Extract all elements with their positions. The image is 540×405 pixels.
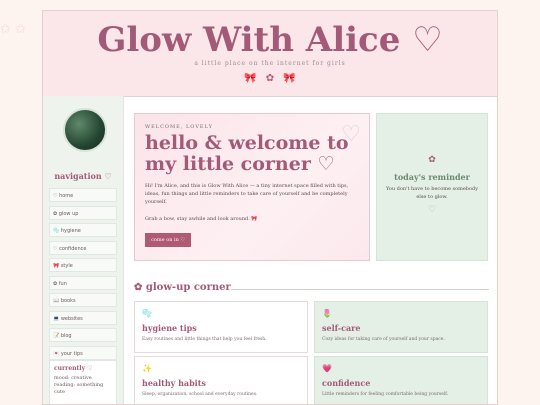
site-title[interactable]: Glow With Alice ♡ [43, 21, 497, 59]
card-title: healthy habits [142, 378, 206, 388]
nav-heading: navigation ♡ [54, 171, 112, 181]
card-description: Sleep, organization, school and everyday… [142, 392, 258, 397]
main-content: ♡ WELCOME, LOVELY hello & welcome to my … [123, 96, 497, 404]
reminder-card: ✿ today's reminder You don't have to bec… [376, 113, 488, 261]
bubbles-icon: 🫧 [142, 309, 152, 318]
sidebar-item-hygiene[interactable]: 🫧 hygiene [49, 223, 117, 237]
sidebar-item-style[interactable]: 🎀 style [49, 258, 117, 272]
site-header: Glow With Alice ♡ a little place on the … [43, 11, 497, 97]
sidebar-item-blog[interactable]: 📝 blog [49, 328, 117, 342]
currently-box: currently ♡ mood: creative reading: some… [49, 360, 117, 404]
card-self-care[interactable]: 🌷 self-care Cozy ideas for taking care o… [314, 301, 488, 353]
sidebar-item-your-tips[interactable]: 💌 your tips [49, 345, 117, 360]
sidebar-item-home[interactable]: ♡ home [49, 188, 117, 202]
sidebar-item-books[interactable]: 📖 books [49, 293, 117, 307]
sidebar-item-confidence[interactable]: ♡ confidence [49, 240, 117, 255]
site-container: Glow With Alice ♡ a little place on the … [42, 10, 498, 405]
come-on-in-button[interactable]: come on in ♡ [145, 233, 191, 247]
sidebar-item-glow-up[interactable]: ✿ glow up [49, 205, 117, 220]
flower-icon: ✿ [428, 155, 436, 165]
welcome-title: hello & welcome to my little corner ♡ [145, 132, 349, 175]
card-healthy-habits[interactable]: ✨ healthy habits Sleep, organization, sc… [134, 356, 308, 404]
bow-decoration: 🎀 ✿ 🎀 [244, 73, 296, 84]
sidebar: navigation ♡ ♡ home ✿ glow up 🫧 hygiene … [43, 96, 124, 404]
card-title: confidence [322, 378, 371, 388]
currently-reading: reading: something cute [54, 382, 104, 395]
section-divider [231, 289, 489, 290]
welcome-text: Hi! I'm Alice, and this is Glow With Ali… [145, 183, 349, 205]
card-description: Easy routines and little things that hel… [142, 337, 267, 342]
sparkles-icon: ✨ [142, 364, 152, 373]
tulip-icon: 🌷 [322, 309, 332, 318]
card-title: hygiene tips [142, 323, 197, 333]
sidebar-item-fun[interactable]: ✿ fun [49, 275, 117, 290]
card-description: Cozy ideas for taking care of yourself a… [322, 337, 445, 342]
card-description: Little reminders for feeling comfortable… [322, 392, 449, 397]
reminder-title: today's reminder [394, 172, 470, 182]
card-hygiene-tips[interactable]: 🫧 hygiene tips Easy routines and little … [134, 301, 308, 353]
currently-title: currently ♡ [54, 365, 93, 372]
sidebar-item-websites[interactable]: 💻 websites [49, 310, 117, 325]
sidebar-nav: ♡ home ✿ glow up 🫧 hygiene ♡ confidence … [49, 188, 117, 363]
site-subtitle: a little place on the internet for girls [194, 60, 346, 67]
avatar [63, 108, 107, 152]
welcome-text-secondary: Grab a bow, stay awhile and look around.… [145, 216, 258, 222]
card-title: self-care [322, 323, 361, 333]
currently-mood: mood: creative [54, 375, 92, 381]
decorative-stars: ✩ ✩ [0, 22, 26, 37]
heart-icon: 💗 [322, 364, 332, 373]
section-title: ✿ glow-up corner [134, 282, 231, 293]
welcome-card: ♡ WELCOME, LOVELY hello & welcome to my … [134, 113, 370, 261]
heart-icon: ♡ [427, 205, 437, 215]
reminder-text: You don't have to become somebody else t… [385, 186, 479, 200]
welcome-eyebrow: WELCOME, LOVELY [145, 124, 213, 130]
card-confidence[interactable]: 💗 confidence Little reminders for feelin… [314, 356, 488, 404]
